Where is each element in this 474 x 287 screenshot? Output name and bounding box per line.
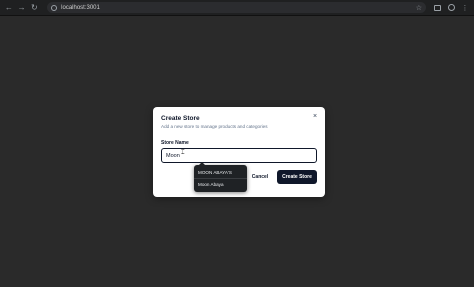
toolbar-actions: ⋮: [432, 3, 474, 13]
profile-icon[interactable]: [446, 3, 456, 13]
url-text: localhost:3001: [61, 4, 100, 11]
reload-icon[interactable]: ↻: [29, 3, 39, 13]
dialog-title: Create Store: [161, 115, 200, 122]
cancel-button[interactable]: Cancel: [248, 170, 272, 184]
star-icon[interactable]: ☆: [416, 4, 422, 12]
browser-toolbar: ← → ↻ localhost:3001 ☆ ⋮: [0, 0, 474, 16]
autocomplete-divider: [194, 177, 247, 179]
address-bar[interactable]: localhost:3001 ☆: [47, 2, 427, 13]
extensions-icon[interactable]: [432, 3, 442, 13]
store-name-label: Store Name: [161, 140, 189, 146]
text-cursor-icon: ⌶: [181, 150, 185, 156]
create-store-button[interactable]: Create Store: [277, 170, 317, 184]
dialog-description: Add a new store to manage products and c…: [161, 124, 268, 129]
site-info-icon[interactable]: [51, 4, 58, 11]
autocomplete-dropdown: MOON ABAYA'S Moon Abaya: [194, 162, 247, 192]
close-icon[interactable]: ×: [311, 113, 319, 121]
menu-icon[interactable]: ⋮: [460, 3, 470, 13]
forward-arrow-icon[interactable]: →: [17, 3, 27, 13]
autocomplete-option[interactable]: MOON ABAYA'S: [198, 170, 232, 175]
back-arrow-icon[interactable]: ←: [4, 3, 14, 13]
autocomplete-option[interactable]: Moon Abaya: [198, 182, 224, 187]
